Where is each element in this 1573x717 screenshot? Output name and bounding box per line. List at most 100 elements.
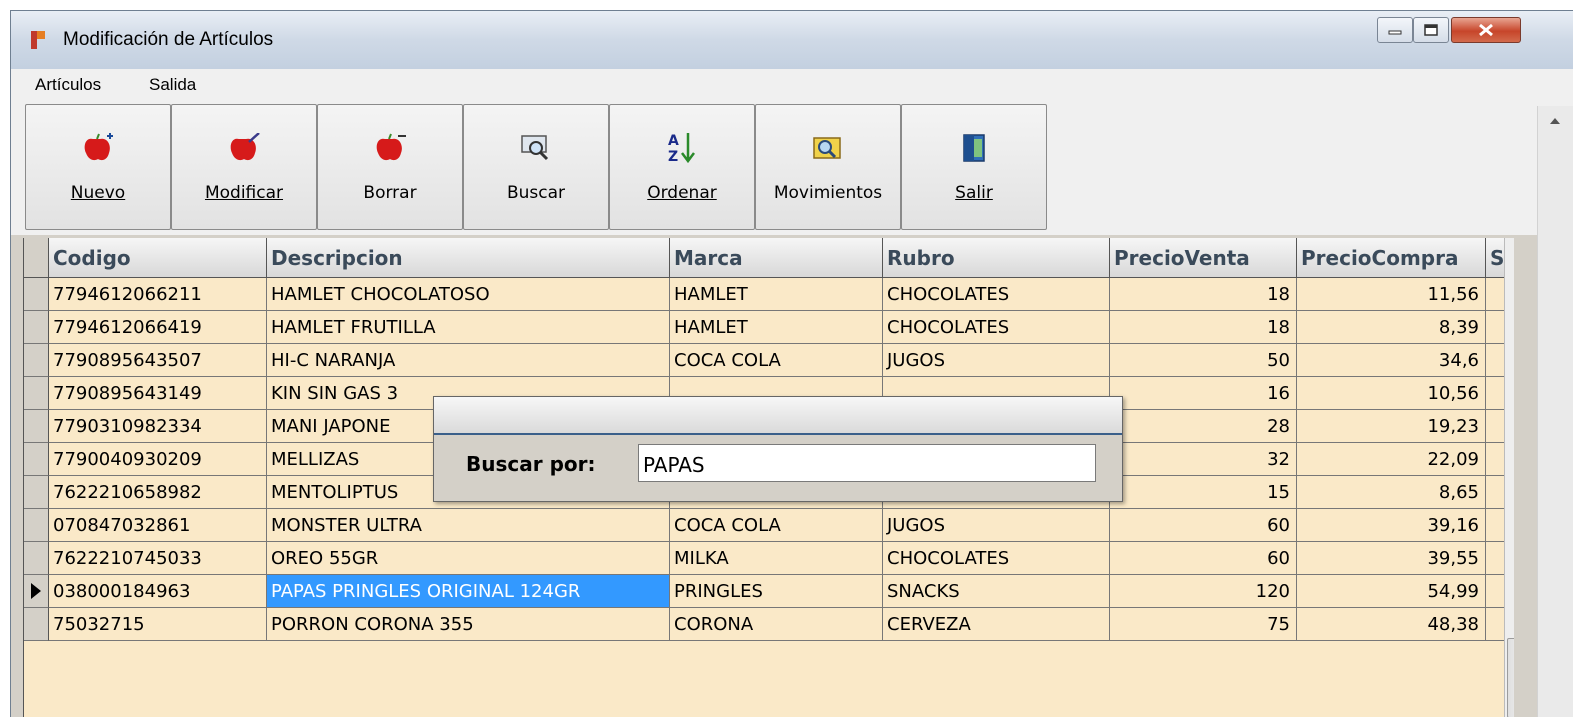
search-input[interactable] — [638, 444, 1096, 482]
cell-preciocompra[interactable]: 54,99 — [1297, 575, 1486, 608]
cell-preciocompra[interactable]: 34,6 — [1297, 344, 1486, 377]
cell-codigo[interactable]: 7622210658982 — [49, 476, 267, 509]
column-header-codigo[interactable]: Codigo — [49, 238, 267, 278]
cell-precioventa[interactable]: 50 — [1110, 344, 1297, 377]
cell-precioventa[interactable]: 60 — [1110, 509, 1297, 542]
cell-codigo[interactable]: 7790310982334 — [49, 410, 267, 443]
column-header-preciocompra[interactable]: PrecioCompra — [1297, 238, 1486, 278]
minimize-button[interactable] — [1377, 17, 1413, 43]
movimientos-button[interactable]: Movimientos — [755, 104, 901, 230]
header-indicator-cell — [24, 238, 49, 278]
buscar-button[interactable]: Buscar — [463, 104, 609, 230]
cell-precioventa[interactable]: 18 — [1110, 311, 1297, 344]
table-row[interactable]: 038000184963 PAPAS PRINGLES ORIGINAL 124G… — [24, 575, 1514, 608]
search-icon — [519, 131, 553, 165]
close-button[interactable] — [1451, 17, 1521, 43]
row-indicator[interactable] — [24, 575, 49, 608]
cell-precioventa[interactable]: 28 — [1110, 410, 1297, 443]
cell-descripcion[interactable]: PAPAS PRINGLES ORIGINAL 124GR — [267, 575, 670, 608]
row-indicator[interactable] — [24, 278, 49, 311]
row-indicator[interactable] — [24, 410, 49, 443]
cell-preciocompra[interactable]: 19,23 — [1297, 410, 1486, 443]
cell-descripcion[interactable]: PORRON CORONA 355 — [267, 608, 670, 641]
cell-descripcion[interactable]: MONSTER ULTRA — [267, 509, 670, 542]
nuevo-button[interactable]: Nuevo — [25, 104, 171, 230]
cell-preciocompra[interactable]: 39,16 — [1297, 509, 1486, 542]
cell-preciocompra[interactable]: 8,65 — [1297, 476, 1486, 509]
modificar-button[interactable]: Modificar — [171, 104, 317, 230]
cell-descripcion[interactable]: HAMLET FRUTILLA — [267, 311, 670, 344]
apple-minus-icon — [373, 131, 407, 165]
cell-rubro[interactable]: CHOCOLATES — [883, 542, 1110, 575]
cell-rubro[interactable]: SNACKS — [883, 575, 1110, 608]
cell-precioventa[interactable]: 15 — [1110, 476, 1297, 509]
column-header-precioventa[interactable]: PrecioVenta — [1110, 238, 1297, 278]
row-indicator[interactable] — [24, 509, 49, 542]
cell-precioventa[interactable]: 120 — [1110, 575, 1297, 608]
table-row[interactable]: 7794612066419 HAMLET FRUTILLA HAMLET CHOCOL… — [24, 311, 1514, 344]
cell-rubro[interactable]: JUGOS — [883, 344, 1110, 377]
cell-codigo[interactable]: 7794612066419 — [49, 311, 267, 344]
row-indicator[interactable] — [24, 476, 49, 509]
cell-descripcion[interactable]: HAMLET CHOCOLATOSO — [267, 278, 670, 311]
cell-codigo[interactable]: 038000184963 — [49, 575, 267, 608]
cell-marca[interactable]: MILKA — [670, 542, 883, 575]
cell-codigo[interactable]: 7790895643149 — [49, 377, 267, 410]
cell-marca[interactable]: HAMLET — [670, 311, 883, 344]
cell-descripcion[interactable]: HI-C NARANJA — [267, 344, 670, 377]
salir-button[interactable]: Salir — [901, 104, 1047, 230]
cell-codigo[interactable]: 7790040930209 — [49, 443, 267, 476]
cell-precioventa[interactable]: 32 — [1110, 443, 1297, 476]
cell-descripcion[interactable]: OREO 55GR — [267, 542, 670, 575]
table-row[interactable]: 070847032861 MONSTER ULTRA COCA COLA JUGOS 6… — [24, 509, 1514, 542]
cell-preciocompra[interactable]: 22,09 — [1297, 443, 1486, 476]
cell-codigo[interactable]: 7622210745033 — [49, 542, 267, 575]
window-scrollbar[interactable] — [1537, 106, 1573, 717]
cell-marca[interactable]: COCA COLA — [670, 509, 883, 542]
cell-rubro[interactable]: JUGOS — [883, 509, 1110, 542]
cell-marca[interactable]: PRINGLES — [670, 575, 883, 608]
scroll-up-arrow-icon[interactable] — [1550, 118, 1560, 124]
cell-precioventa[interactable]: 16 — [1110, 377, 1297, 410]
cell-codigo[interactable]: 7790895643507 — [49, 344, 267, 377]
column-header-descripcion[interactable]: Descripcion — [267, 238, 670, 278]
cell-precioventa[interactable]: 75 — [1110, 608, 1297, 641]
maximize-button[interactable] — [1413, 17, 1449, 43]
row-indicator[interactable] — [24, 542, 49, 575]
table-row[interactable]: 7794612066211 HAMLET CHOCOLATOSO HAMLET CHO… — [24, 278, 1514, 311]
cell-preciocompra[interactable]: 11,56 — [1297, 278, 1486, 311]
cell-preciocompra[interactable]: 8,39 — [1297, 311, 1486, 344]
cell-marca[interactable]: COCA COLA — [670, 344, 883, 377]
row-indicator[interactable] — [24, 344, 49, 377]
menu-articulos[interactable]: Artículos — [35, 75, 101, 95]
table-row[interactable]: 7622210745033 OREO 55GR MILKA CHOCOLATES 60 3… — [24, 542, 1514, 575]
cell-rubro[interactable]: CHOCOLATES — [883, 278, 1110, 311]
row-indicator[interactable] — [24, 311, 49, 344]
cell-precioventa[interactable]: 60 — [1110, 542, 1297, 575]
cell-preciocompra[interactable]: 39,55 — [1297, 542, 1486, 575]
title-bar[interactable]: Modificación de Artículos — [11, 11, 1573, 69]
menu-salida[interactable]: Salida — [149, 75, 196, 95]
cell-preciocompra[interactable]: 48,38 — [1297, 608, 1486, 641]
search-dialog-titlebar[interactable] — [434, 397, 1122, 435]
cell-codigo[interactable]: 75032715 — [49, 608, 267, 641]
row-indicator[interactable] — [24, 608, 49, 641]
column-header-rubro[interactable]: Rubro — [883, 238, 1110, 278]
ordenar-button[interactable]: AZ Ordenar — [609, 104, 755, 230]
borrar-button[interactable]: Borrar — [317, 104, 463, 230]
table-row[interactable]: 7790895643507 HI-C NARANJA COCA COLA JUGOS 5… — [24, 344, 1514, 377]
cell-marca[interactable]: CORONA — [670, 608, 883, 641]
grid-scroll-thumb[interactable] — [1507, 638, 1514, 717]
cell-codigo[interactable]: 7794612066211 — [49, 278, 267, 311]
cell-rubro[interactable]: CHOCOLATES — [883, 311, 1110, 344]
cell-precioventa[interactable]: 18 — [1110, 278, 1297, 311]
row-indicator[interactable] — [24, 443, 49, 476]
cell-rubro[interactable]: CERVEZA — [883, 608, 1110, 641]
row-indicator[interactable] — [24, 377, 49, 410]
cell-codigo[interactable]: 070847032861 — [49, 509, 267, 542]
grid-scrollbar[interactable] — [1504, 238, 1514, 717]
cell-preciocompra[interactable]: 10,56 — [1297, 377, 1486, 410]
cell-marca[interactable]: HAMLET — [670, 278, 883, 311]
column-header-marca[interactable]: Marca — [670, 238, 883, 278]
table-row[interactable]: 75032715 PORRON CORONA 355 CORONA CERVEZA 75… — [24, 608, 1514, 641]
